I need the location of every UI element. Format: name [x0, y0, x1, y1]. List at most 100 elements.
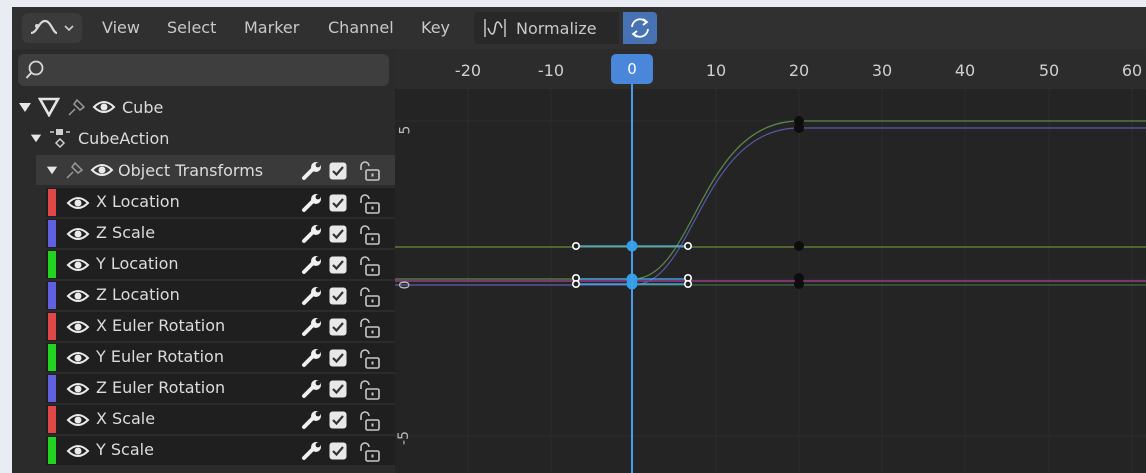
tree-action-row[interactable]: CubeAction: [30, 124, 169, 152]
channel-region: Cube CubeAction Object Transforms X Loca…: [12, 49, 395, 473]
checkbox-icon[interactable]: [329, 162, 347, 180]
eye-icon[interactable]: [66, 349, 90, 367]
channel-row-z-scale[interactable]: Z Scale: [46, 219, 395, 248]
unlock-icon[interactable]: [358, 441, 382, 463]
channel-color-swatch[interactable]: [48, 251, 56, 278]
checkbox-icon[interactable]: [329, 194, 347, 212]
channel-color-swatch[interactable]: [48, 189, 56, 216]
z-scale-curve[interactable]: [395, 127, 1146, 286]
menu-marker[interactable]: Marker: [240, 15, 303, 41]
channel-color-swatch[interactable]: [48, 406, 56, 433]
channel-search-input[interactable]: [18, 54, 389, 86]
checkbox-icon[interactable]: [329, 442, 347, 460]
channel-color-swatch[interactable]: [48, 437, 56, 464]
normalize-icon: [484, 19, 506, 37]
menu-view[interactable]: View: [98, 15, 144, 41]
wrench-icon[interactable]: [301, 286, 323, 306]
channel-label: Z Euler Rotation: [96, 378, 226, 397]
checkbox-icon[interactable]: [329, 380, 347, 398]
eye-icon[interactable]: [66, 225, 90, 243]
channel-row-x-location[interactable]: X Location: [46, 188, 395, 217]
channel-row-z-euler-rotation[interactable]: Z Euler Rotation: [46, 374, 395, 403]
expand-triangle-icon[interactable]: [46, 164, 58, 176]
pin-icon[interactable]: [66, 96, 88, 118]
channel-row-x-euler-rotation[interactable]: X Euler Rotation: [46, 312, 395, 341]
channel-label: X Location: [96, 192, 180, 211]
graph-editor-icon: [30, 19, 58, 35]
wrench-icon[interactable]: [301, 193, 323, 213]
channel-color-swatch[interactable]: [48, 313, 56, 340]
checkbox-icon[interactable]: [329, 411, 347, 429]
channel-color-swatch[interactable]: [48, 220, 56, 247]
wrench-icon[interactable]: [301, 317, 323, 337]
refresh-icon: [631, 18, 649, 38]
menu-key[interactable]: Key: [417, 15, 454, 41]
value-axis-label: 0: [397, 280, 414, 290]
unlock-icon[interactable]: [358, 286, 382, 308]
pin-icon[interactable]: [64, 159, 86, 181]
timeline-ruler[interactable]: -20 -10 10 20 30 40 50 60: [395, 49, 1146, 89]
frame-tick-label: -20: [454, 61, 482, 80]
graph-editor: View Select Marker Channel Key Normalize: [12, 7, 1146, 473]
checkbox-icon[interactable]: [329, 225, 347, 243]
tree-group-row[interactable]: Object Transforms: [46, 156, 391, 184]
eye-icon[interactable]: [66, 287, 90, 305]
eye-icon[interactable]: [90, 161, 114, 179]
checkbox-icon[interactable]: [329, 349, 347, 367]
eye-icon[interactable]: [66, 194, 90, 212]
menu-channel[interactable]: Channel: [324, 15, 398, 41]
channel-color-swatch[interactable]: [48, 375, 56, 402]
normalize-toggle[interactable]: Normalize: [474, 12, 619, 44]
unlock-icon[interactable]: [358, 193, 382, 215]
search-icon: [25, 60, 44, 79]
channel-color-swatch[interactable]: [48, 344, 56, 371]
channel-row-y-scale[interactable]: Y Scale: [46, 436, 395, 465]
y-scale-curve[interactable]: [395, 120, 1146, 280]
auto-normalize-button[interactable]: [623, 12, 657, 44]
wrench-icon[interactable]: [301, 255, 323, 275]
channel-label: X Scale: [96, 409, 156, 428]
curve-canvas[interactable]: [395, 89, 1146, 473]
expand-triangle-icon[interactable]: [18, 100, 32, 114]
unlock-icon[interactable]: [358, 317, 382, 339]
object-name: Cube: [122, 97, 164, 117]
eye-icon[interactable]: [92, 98, 116, 116]
unlock-icon[interactable]: [358, 224, 382, 246]
channel-row-z-location[interactable]: Z Location: [46, 281, 395, 310]
eye-icon[interactable]: [66, 380, 90, 398]
eye-icon[interactable]: [66, 256, 90, 274]
unlock-icon[interactable]: [358, 160, 382, 182]
channel-label: X Euler Rotation: [96, 316, 226, 335]
wrench-icon[interactable]: [301, 441, 323, 461]
current-frame-indicator[interactable]: 0: [611, 54, 653, 84]
eye-icon[interactable]: [66, 411, 90, 429]
expand-triangle-icon[interactable]: [30, 132, 42, 144]
editor-header: View Select Marker Channel Key Normalize: [12, 7, 1146, 49]
frame-tick-label: 50: [1038, 61, 1060, 80]
wrench-icon[interactable]: [301, 348, 323, 368]
unlock-icon[interactable]: [358, 255, 382, 277]
graph-area[interactable]: 5 0 -5: [395, 89, 1146, 473]
unlock-icon[interactable]: [358, 379, 382, 401]
checkbox-icon[interactable]: [329, 287, 347, 305]
menu-select[interactable]: Select: [163, 15, 220, 41]
channel-label: Z Location: [96, 285, 180, 304]
unlock-icon[interactable]: [358, 348, 382, 370]
channel-color-swatch[interactable]: [48, 282, 56, 309]
channel-row-x-scale[interactable]: X Scale: [46, 405, 395, 434]
eye-icon[interactable]: [66, 442, 90, 460]
wrench-icon[interactable]: [301, 161, 323, 181]
wrench-icon[interactable]: [301, 379, 323, 399]
checkbox-icon[interactable]: [329, 256, 347, 274]
channel-row-y-location[interactable]: Y Location: [46, 250, 395, 279]
editor-type-dropdown[interactable]: [22, 13, 82, 43]
eye-icon[interactable]: [66, 318, 90, 336]
frame-tick-label: 30: [871, 61, 893, 80]
unlock-icon[interactable]: [358, 410, 382, 432]
channel-row-y-euler-rotation[interactable]: Y Euler Rotation: [46, 343, 395, 372]
chevron-down-icon: [64, 25, 74, 32]
checkbox-icon[interactable]: [329, 318, 347, 336]
tree-object-row[interactable]: Cube: [18, 93, 163, 121]
wrench-icon[interactable]: [301, 410, 323, 430]
wrench-icon[interactable]: [301, 224, 323, 244]
